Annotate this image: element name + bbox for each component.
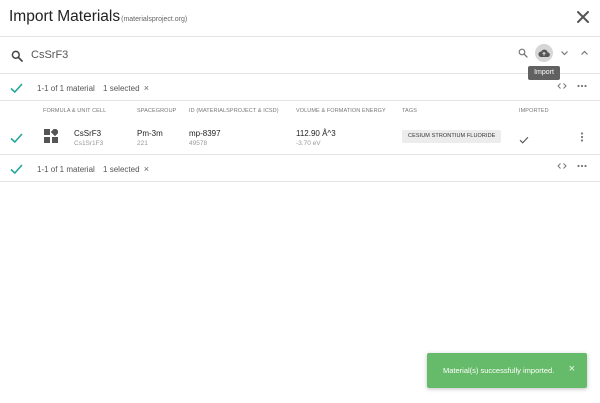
tag-chip[interactable]: CESIUM STRONTIUM FLUORIDE <box>402 130 502 143</box>
summary-text: 1-1 of 1 material 1 selected × <box>37 83 149 93</box>
code-icon[interactable] <box>557 82 567 90</box>
import-tooltip: Import <box>528 66 560 80</box>
table-row[interactable] <box>0 122 600 155</box>
dialog-title: Import Materials(materialsproject.org) <box>9 8 187 26</box>
search-icon[interactable] <box>518 48 528 58</box>
search-icon <box>11 50 23 62</box>
check-icon[interactable] <box>10 132 23 144</box>
close-icon[interactable] <box>575 9 591 25</box>
check-icon[interactable] <box>10 163 23 175</box>
clear-selection-button[interactable]: × <box>144 164 149 174</box>
more-vertical-icon[interactable] <box>580 132 584 142</box>
selected-count: 1 selected <box>103 84 140 93</box>
more-horizontal-icon[interactable] <box>577 164 587 168</box>
dialog-header: Import Materials(materialsproject.org) <box>0 0 600 37</box>
summary-text: 1-1 of 1 material 1 selected × <box>37 164 149 174</box>
chevron-up-icon[interactable] <box>580 49 589 57</box>
column-header-spacegroup[interactable]: SPACEGROUP <box>137 108 176 114</box>
success-toast: Material(s) successfully imported. × <box>427 353 587 388</box>
chevron-down-icon[interactable] <box>560 49 569 57</box>
summary-row-top: 1-1 of 1 material 1 selected × <box>0 74 600 101</box>
formation-energy-cell: -3.70 eV <box>296 140 321 147</box>
column-header-id[interactable]: ID (MATERIALSPROJECT & ICSD) <box>189 108 279 114</box>
volume-cell: 112.90 Å^3 <box>296 129 336 138</box>
import-button[interactable] <box>535 44 553 62</box>
dialog-subtitle: (materialsproject.org) <box>121 16 188 23</box>
summary-row-bottom: 1-1 of 1 material 1 selected × <box>0 155 600 182</box>
column-header-imported[interactable]: IMPORTED <box>519 108 549 114</box>
check-icon[interactable] <box>10 82 23 94</box>
selected-count: 1 selected <box>103 165 140 174</box>
clear-selection-button[interactable]: × <box>144 83 149 93</box>
column-header-volume[interactable]: VOLUME & FORMATION ENERGY <box>296 108 386 114</box>
mp-id-cell: mp-8397 <box>189 129 221 138</box>
unit-cell-cell: Cs1Sr1F3 <box>74 140 104 147</box>
code-icon[interactable] <box>557 162 567 170</box>
cloud-upload-icon <box>538 49 550 58</box>
column-header-formula[interactable]: FORMULA & UNIT CELL <box>43 108 106 114</box>
search-input[interactable] <box>31 47 431 63</box>
column-header-tags[interactable]: TAGS <box>402 108 417 114</box>
imported-check-icon <box>519 136 529 144</box>
dialog-title-text: Import Materials <box>9 8 121 25</box>
toast-close-button[interactable]: × <box>569 363 575 375</box>
toast-message: Material(s) successfully imported. <box>443 366 555 375</box>
spacegroup-number-cell: 221 <box>137 140 148 147</box>
range-text: 1-1 of 1 material <box>37 84 95 93</box>
more-horizontal-icon[interactable] <box>577 84 587 88</box>
icsd-id-cell: 49578 <box>189 140 208 147</box>
range-text: 1-1 of 1 material <box>37 165 95 174</box>
search-bar <box>0 37 600 74</box>
spacegroup-cell: Pm-3m <box>137 129 163 138</box>
formula-cell: CsSrF3 <box>74 129 102 138</box>
cube-icon <box>44 129 58 143</box>
